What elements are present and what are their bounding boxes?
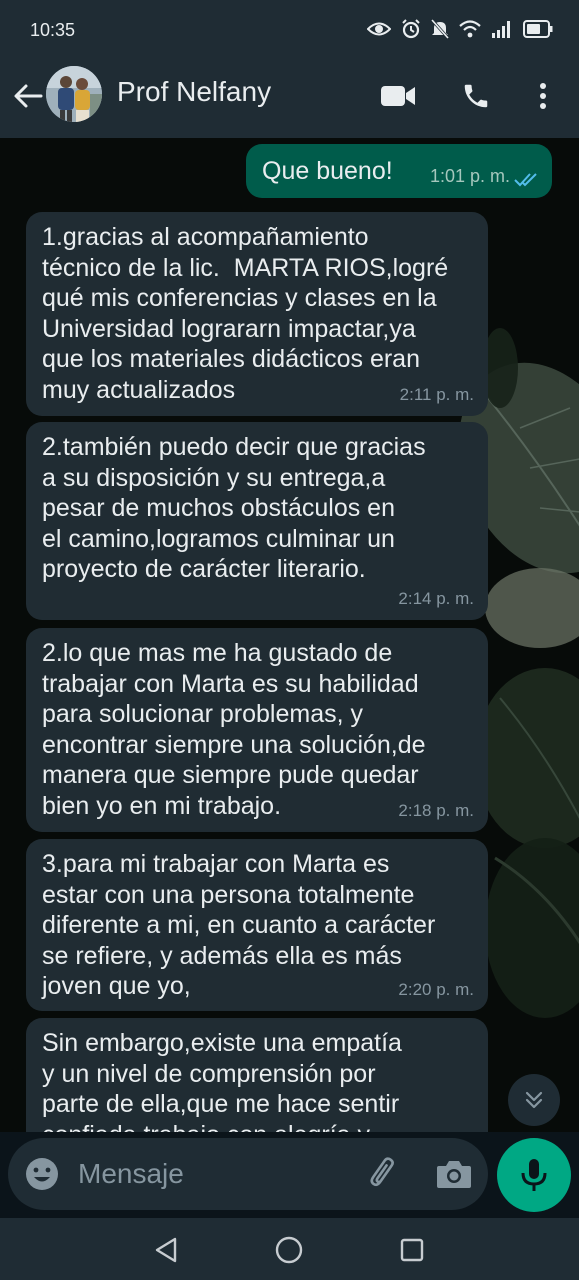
message-composer — [8, 1138, 488, 1210]
voice-message-button[interactable] — [497, 1138, 571, 1212]
message-outgoing[interactable]: Que bueno! 1:01 p. m. — [246, 144, 552, 198]
message-incoming[interactable]: 3.para mi trabajar con Marta es estar co… — [26, 839, 488, 1011]
nav-back-button[interactable] — [150, 1234, 182, 1266]
message-text: 1.gracias al acompañamiento técnico de l… — [42, 223, 449, 404]
contact-name[interactable]: Prof Nelfany — [117, 76, 271, 108]
message-text: 2.también puedo decir que gracias a su d… — [42, 433, 426, 583]
more-options-button[interactable] — [523, 76, 563, 116]
message-time: 2:11 p. m. — [399, 384, 474, 404]
status-bar: 10:35 — [0, 0, 579, 62]
voice-call-button[interactable] — [456, 76, 496, 116]
message-text: 2.lo que mas me ha gustado de trabajar c… — [42, 639, 426, 820]
nav-home-button[interactable] — [273, 1234, 305, 1266]
nav-recents-button[interactable] — [396, 1234, 428, 1266]
nav-recents-icon — [400, 1238, 424, 1262]
attach-button[interactable] — [364, 1154, 404, 1194]
emoji-button[interactable] — [24, 1156, 60, 1192]
message-incoming[interactable]: 2.también puedo decir que gracias a su d… — [26, 422, 488, 620]
attach-icon — [370, 1157, 394, 1187]
emoji-icon — [26, 1158, 58, 1190]
message-text: Que bueno! — [262, 157, 393, 185]
message-time: 2:20 p. m. — [398, 979, 474, 999]
battery-icon — [523, 20, 553, 38]
message-input[interactable] — [78, 1156, 338, 1192]
message-time: 2:18 p. m. — [398, 800, 474, 820]
status-time: 10:35 — [30, 20, 76, 40]
wifi-icon — [459, 20, 481, 38]
chat-header: Prof Nelfany — [0, 62, 579, 138]
alarm-icon — [401, 19, 421, 39]
nav-back-icon — [155, 1237, 177, 1263]
more-vert-icon — [540, 83, 546, 109]
video-call-icon — [381, 86, 415, 106]
back-button[interactable] — [8, 76, 48, 116]
camera-button[interactable] — [434, 1154, 474, 1194]
message-incoming[interactable]: 2.lo que mas me ha gustado de trabajar c… — [26, 628, 488, 832]
mute-icon — [431, 19, 449, 39]
scroll-to-bottom-button[interactable] — [508, 1074, 560, 1126]
system-navigation-bar — [0, 1218, 579, 1280]
mic-icon — [521, 1159, 547, 1191]
message-incoming[interactable]: Sin embargo,existe una empatía y un nive… — [26, 1018, 488, 1132]
status-icons — [367, 19, 553, 39]
camera-icon — [437, 1161, 471, 1188]
video-call-button[interactable] — [378, 76, 418, 116]
back-arrow-icon — [14, 84, 43, 108]
message-text: Sin embargo,existe una empatía y un nive… — [42, 1029, 402, 1132]
message-incoming[interactable]: 1.gracias al acompañamiento técnico de l… — [26, 212, 488, 416]
nav-home-icon — [275, 1236, 303, 1264]
eye-icon — [367, 20, 391, 38]
double-chevron-down-icon — [525, 1091, 543, 1109]
message-time: 1:01 p. m. — [429, 165, 510, 186]
double-check-icon — [514, 173, 537, 187]
avatar[interactable] — [46, 66, 102, 122]
signal-icon — [491, 20, 513, 38]
chat-area[interactable]: Que bueno! 1:01 p. m. 1.gracias al acomp… — [0, 138, 579, 1132]
phone-icon — [464, 84, 488, 108]
message-time: 2:14 p. m. — [398, 588, 474, 608]
